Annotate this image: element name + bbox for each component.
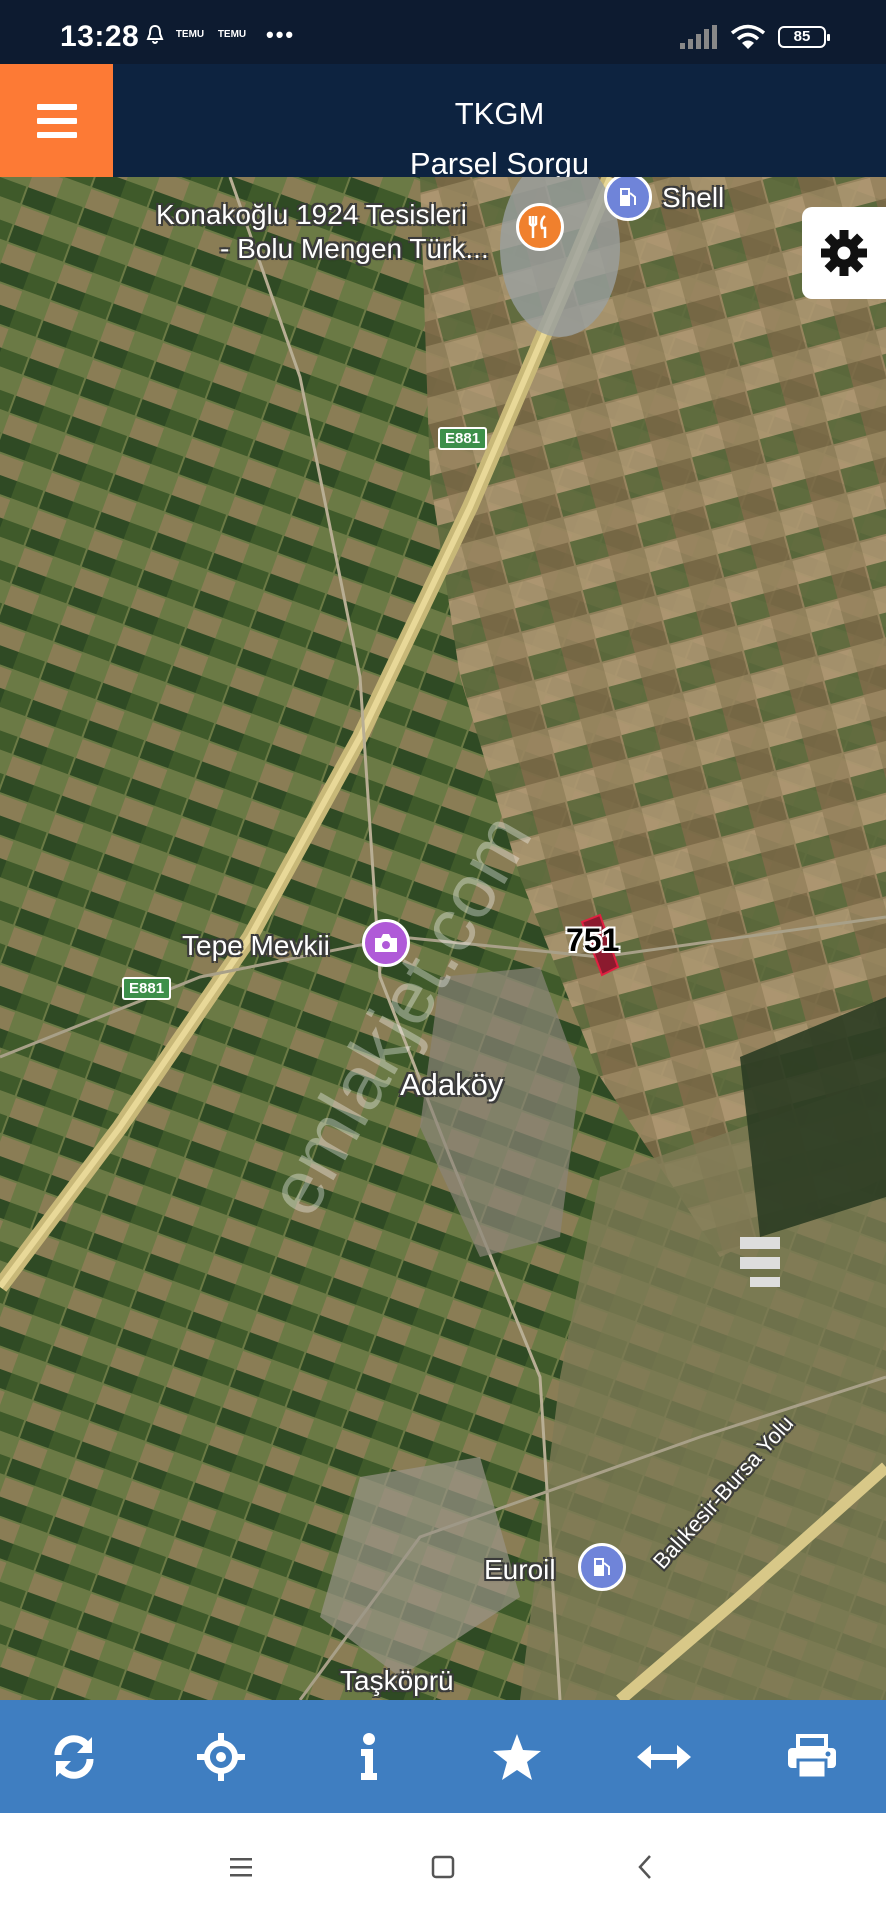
- crosshair-icon: [197, 1732, 246, 1781]
- app-title: TKGM: [454, 96, 545, 131]
- status-notifications: TEMU TEMU •••: [146, 24, 295, 46]
- recent-apps-button[interactable]: [211, 1837, 271, 1897]
- info-button[interactable]: [329, 1717, 409, 1797]
- arrows-horizontal-icon: [637, 1744, 692, 1769]
- place-label-shell[interactable]: Shell: [662, 182, 724, 214]
- place-label-konakoglu-sub[interactable]: - Bolu Mengen Türk...: [220, 233, 489, 265]
- app-header: TKGM Parsel Sorgu: [0, 64, 886, 181]
- refresh-icon: [54, 1734, 94, 1779]
- print-button[interactable]: [772, 1717, 852, 1797]
- notification-bell-icon: [146, 24, 164, 44]
- gear-icon: [821, 230, 867, 276]
- status-bar: 13:28 TEMU TEMU ••• 85: [0, 0, 886, 64]
- menu-icon: [230, 1857, 252, 1876]
- road-shield-e881: E881: [438, 427, 488, 450]
- settings-button[interactable]: [802, 207, 886, 299]
- refresh-button[interactable]: [34, 1717, 114, 1797]
- restaurant-icon[interactable]: [516, 203, 564, 251]
- place-label-tepe-mevkii[interactable]: Tepe Mevkii: [182, 930, 330, 962]
- info-icon: [361, 1732, 378, 1780]
- measure-button[interactable]: [624, 1717, 704, 1797]
- favorite-button[interactable]: [477, 1717, 557, 1797]
- status-system-icons: 85: [678, 24, 830, 50]
- printer-icon: [788, 1733, 837, 1779]
- home-icon: [431, 1855, 455, 1878]
- wifi-icon: [730, 24, 766, 49]
- system-nav-bar: [0, 1813, 886, 1920]
- temu-notification-icon: TEMU: [175, 29, 205, 40]
- hamburger-menu-icon[interactable]: [0, 64, 113, 177]
- status-time: 13:28: [60, 20, 140, 53]
- place-label-euroil[interactable]: Euroil: [484, 1554, 556, 1586]
- road-shield-e881: E881: [122, 977, 172, 1000]
- parcel-number-label[interactable]: 751: [566, 922, 619, 959]
- map-view[interactable]: Konakoğlu 1924 Tesisleri - Bolu Mengen T…: [0, 177, 886, 1700]
- star-icon: [492, 1733, 541, 1780]
- locate-button[interactable]: [181, 1717, 261, 1797]
- fuel-station-icon[interactable]: [578, 1543, 626, 1591]
- home-button[interactable]: [413, 1837, 473, 1897]
- temu-notification-icon: TEMU: [217, 29, 247, 40]
- signal-icon: [680, 25, 717, 49]
- battery-icon: 85: [778, 26, 830, 48]
- place-label-konakoglu[interactable]: Konakoğlu 1924 Tesisleri: [156, 199, 467, 231]
- back-button[interactable]: [615, 1837, 675, 1897]
- more-dots-icon: •••: [266, 22, 296, 47]
- back-icon: [638, 1854, 651, 1879]
- place-label-taskopru[interactable]: Taşköprü: [340, 1665, 454, 1697]
- bottom-toolbar: [0, 1700, 886, 1813]
